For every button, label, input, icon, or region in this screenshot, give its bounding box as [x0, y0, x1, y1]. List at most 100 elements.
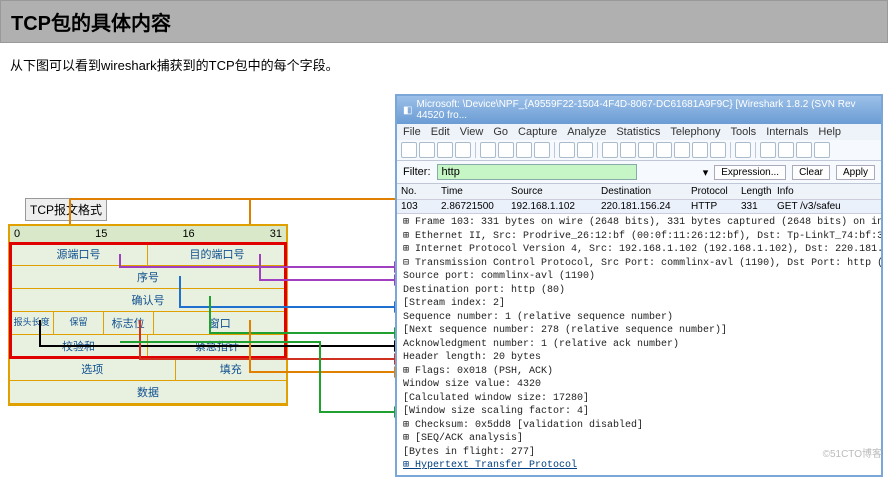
tb-btn-10[interactable]	[577, 142, 593, 158]
menu-file[interactable]: File	[403, 126, 421, 138]
field-data: 数据	[10, 381, 286, 403]
tb-btn-12[interactable]	[620, 142, 636, 158]
tcp-diagram-caption: TCP报文格式	[25, 198, 107, 221]
menu-view[interactable]: View	[460, 126, 484, 138]
detail-stream[interactable]: [Stream index: 2]	[403, 297, 875, 311]
col-info[interactable]: Info	[773, 185, 881, 198]
tb-btn-13[interactable]	[638, 142, 654, 158]
tb-btn-1[interactable]	[401, 142, 417, 158]
detail-hdr-len[interactable]: Header length: 20 bytes	[403, 351, 875, 365]
detail-flags[interactable]: ⊞ Flags: 0x018 (PSH, ACK)	[403, 365, 875, 379]
bit-15: 15	[95, 228, 107, 240]
field-src-port: 源端口号	[10, 243, 148, 265]
tb-btn-3[interactable]	[437, 142, 453, 158]
tb-btn-15[interactable]	[674, 142, 690, 158]
detail-seq[interactable]: Sequence number: 1 (relative sequence nu…	[403, 311, 875, 325]
tb-btn-17[interactable]	[710, 142, 726, 158]
col-destination[interactable]: Destination	[597, 185, 687, 198]
detail-line[interactable]: ⊞ Frame 103: 331 bytes on wire (2648 bit…	[403, 216, 875, 230]
tb-btn-18[interactable]	[735, 142, 751, 158]
field-window: 窗口	[154, 312, 287, 334]
field-ack: 确认号	[10, 289, 286, 311]
tb-btn-14[interactable]	[656, 142, 672, 158]
tb-btn-20[interactable]	[778, 142, 794, 158]
packet-row[interactable]: 103 2.86721500 192.168.1.102 220.181.156…	[397, 200, 881, 213]
tb-btn-22[interactable]	[814, 142, 830, 158]
bit-16: 16	[182, 228, 194, 240]
menu-telephony[interactable]: Telephony	[670, 126, 720, 138]
tb-btn-5[interactable]	[480, 142, 496, 158]
detail-calc-window[interactable]: [Calculated window size: 17280]	[403, 392, 875, 406]
pkt-length: 331	[737, 200, 773, 213]
tb-btn-6[interactable]	[498, 142, 514, 158]
pkt-protocol: HTTP	[687, 200, 737, 213]
filter-expression-button[interactable]: Expression...	[714, 165, 786, 180]
detail-scale[interactable]: [Window size scaling factor: 4]	[403, 405, 875, 419]
tcp-fixed-header-highlight: 源端口号 目的端口号 序号 确认号 报头长度 保留 标志位 窗口 校验和 紧急指…	[10, 243, 286, 358]
filter-input[interactable]	[437, 164, 637, 180]
menu-edit[interactable]: Edit	[431, 126, 450, 138]
pkt-no: 103	[397, 200, 437, 213]
wireshark-window: ◧ Microsoft: \Device\NPF_{A9559F22-1504-…	[395, 94, 883, 477]
page-subtitle: 从下图可以看到wireshark捕获到的TCP包中的每个字段。	[0, 43, 888, 94]
field-urgent: 紧急指针	[148, 335, 286, 357]
tb-btn-2[interactable]	[419, 142, 435, 158]
bit-ruler: 0 15 16 31	[10, 226, 286, 243]
tb-btn-21[interactable]	[796, 142, 812, 158]
field-dst-port: 目的端口号	[148, 243, 286, 265]
menu-help[interactable]: Help	[818, 126, 841, 138]
tb-btn-19[interactable]	[760, 142, 776, 158]
bit-31: 31	[270, 228, 282, 240]
field-options: 选项	[10, 358, 176, 380]
tb-btn-16[interactable]	[692, 142, 708, 158]
watermark: ©51CTO博客	[823, 445, 882, 460]
wireshark-filter-bar: Filter: ▾ Expression... Clear Apply	[397, 161, 881, 184]
pkt-time: 2.86721500	[437, 200, 507, 213]
menu-statistics[interactable]: Statistics	[616, 126, 660, 138]
detail-line[interactable]: ⊞ Ethernet II, Src: Prodrive_26:12:bf (0…	[403, 230, 875, 244]
detail-next-seq[interactable]: [Next sequence number: 278 (relative seq…	[403, 324, 875, 338]
filter-dropdown-icon[interactable]: ▾	[703, 166, 709, 179]
tb-btn-7[interactable]	[516, 142, 532, 158]
pkt-destination: 220.181.156.24	[597, 200, 687, 213]
filter-clear-button[interactable]: Clear	[792, 165, 830, 180]
tb-btn-9[interactable]	[559, 142, 575, 158]
detail-line[interactable]: ⊞ Internet Protocol Version 4, Src: 192.…	[403, 243, 875, 257]
detail-checksum[interactable]: ⊞ Checksum: 0x5dd8 [validation disabled]	[403, 419, 875, 433]
detail-line[interactable]: ⊟ Transmission Control Protocol, Src Por…	[403, 257, 875, 271]
menu-internals[interactable]: Internals	[766, 126, 808, 138]
detail-http[interactable]: ⊞ Hypertext Transfer Protocol	[403, 459, 875, 473]
bit-0: 0	[14, 228, 20, 240]
page-title: TCP包的具体内容	[11, 13, 171, 35]
tb-btn-11[interactable]	[602, 142, 618, 158]
menu-analyze[interactable]: Analyze	[567, 126, 606, 138]
tcp-header-diagram: TCP报文格式 0 15 16 31 源端口号 目的端口号 序号 确认号 报头长…	[8, 224, 288, 406]
detail-ack[interactable]: Acknowledgment number: 1 (relative ack n…	[403, 338, 875, 352]
wireshark-menubar: File Edit View Go Capture Analyze Statis…	[397, 124, 881, 140]
detail-bytes-flight[interactable]: [Bytes in flight: 277]	[403, 446, 875, 460]
col-source[interactable]: Source	[507, 185, 597, 198]
detail-seqack[interactable]: ⊞ [SEQ/ACK analysis]	[403, 432, 875, 446]
pkt-info: GET /v3/safeu	[773, 200, 881, 213]
tb-btn-8[interactable]	[534, 142, 550, 158]
col-time[interactable]: Time	[437, 185, 507, 198]
tb-btn-4[interactable]	[455, 142, 471, 158]
detail-dst-port[interactable]: Destination port: http (80)	[403, 284, 875, 298]
menu-capture[interactable]: Capture	[518, 126, 557, 138]
field-reserved: 保留	[54, 312, 104, 334]
packet-list-header: No. Time Source Destination Protocol Len…	[397, 184, 881, 200]
packet-details-pane[interactable]: ⊞ Frame 103: 331 bytes on wire (2648 bit…	[397, 213, 881, 475]
pkt-source: 192.168.1.102	[507, 200, 597, 213]
detail-window[interactable]: Window size value: 4320	[403, 378, 875, 392]
col-no[interactable]: No.	[397, 185, 437, 198]
col-protocol[interactable]: Protocol	[687, 185, 737, 198]
menu-go[interactable]: Go	[493, 126, 508, 138]
detail-src-port[interactable]: Source port: commlinx-avl (1190)	[403, 270, 875, 284]
col-length[interactable]: Length	[737, 185, 773, 198]
menu-tools[interactable]: Tools	[731, 126, 757, 138]
page-title-bar: TCP包的具体内容	[0, 0, 888, 43]
field-padding: 填充	[176, 358, 286, 380]
field-seq: 序号	[10, 266, 286, 288]
wireshark-toolbar	[397, 140, 881, 161]
filter-apply-button[interactable]: Apply	[836, 165, 875, 180]
